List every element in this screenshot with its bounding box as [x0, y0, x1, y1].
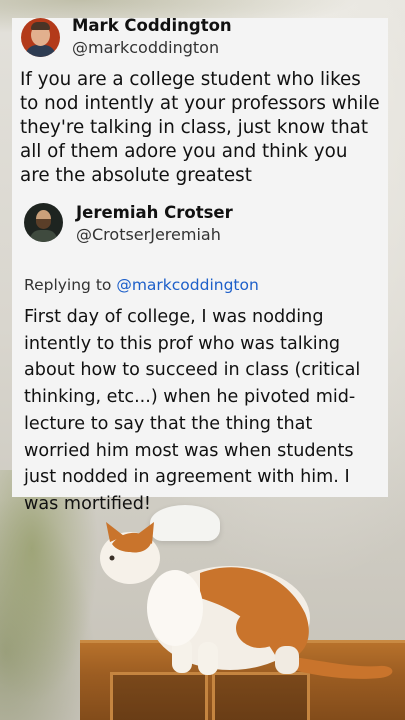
author-avatar[interactable]	[21, 18, 60, 57]
replying-to-mention-link[interactable]: @markcoddington	[116, 276, 258, 294]
reply-text: First day of college, I was nodding inte…	[24, 307, 361, 514]
replying-to-label: Replying to	[24, 276, 112, 294]
reply-author-avatar[interactable]	[24, 203, 63, 242]
replying-to-line: Replying to @markcoddington	[24, 276, 259, 294]
reply-author-name[interactable]: Jeremiah Crotser	[76, 203, 233, 222]
author-handle[interactable]: @markcoddington	[72, 38, 219, 57]
reply-tweet: Jeremiah Crotser @CrotserJeremiah Replyi…	[16, 198, 384, 514]
tweet-text: If you are a college student who likes t…	[20, 69, 380, 186]
tweet-card: Mark Coddington @markcoddington If you a…	[12, 16, 388, 514]
cat-illustration	[100, 522, 393, 679]
reply-author-handle[interactable]: @CrotserJeremiah	[76, 225, 221, 244]
author-name[interactable]: Mark Coddington	[72, 16, 232, 35]
